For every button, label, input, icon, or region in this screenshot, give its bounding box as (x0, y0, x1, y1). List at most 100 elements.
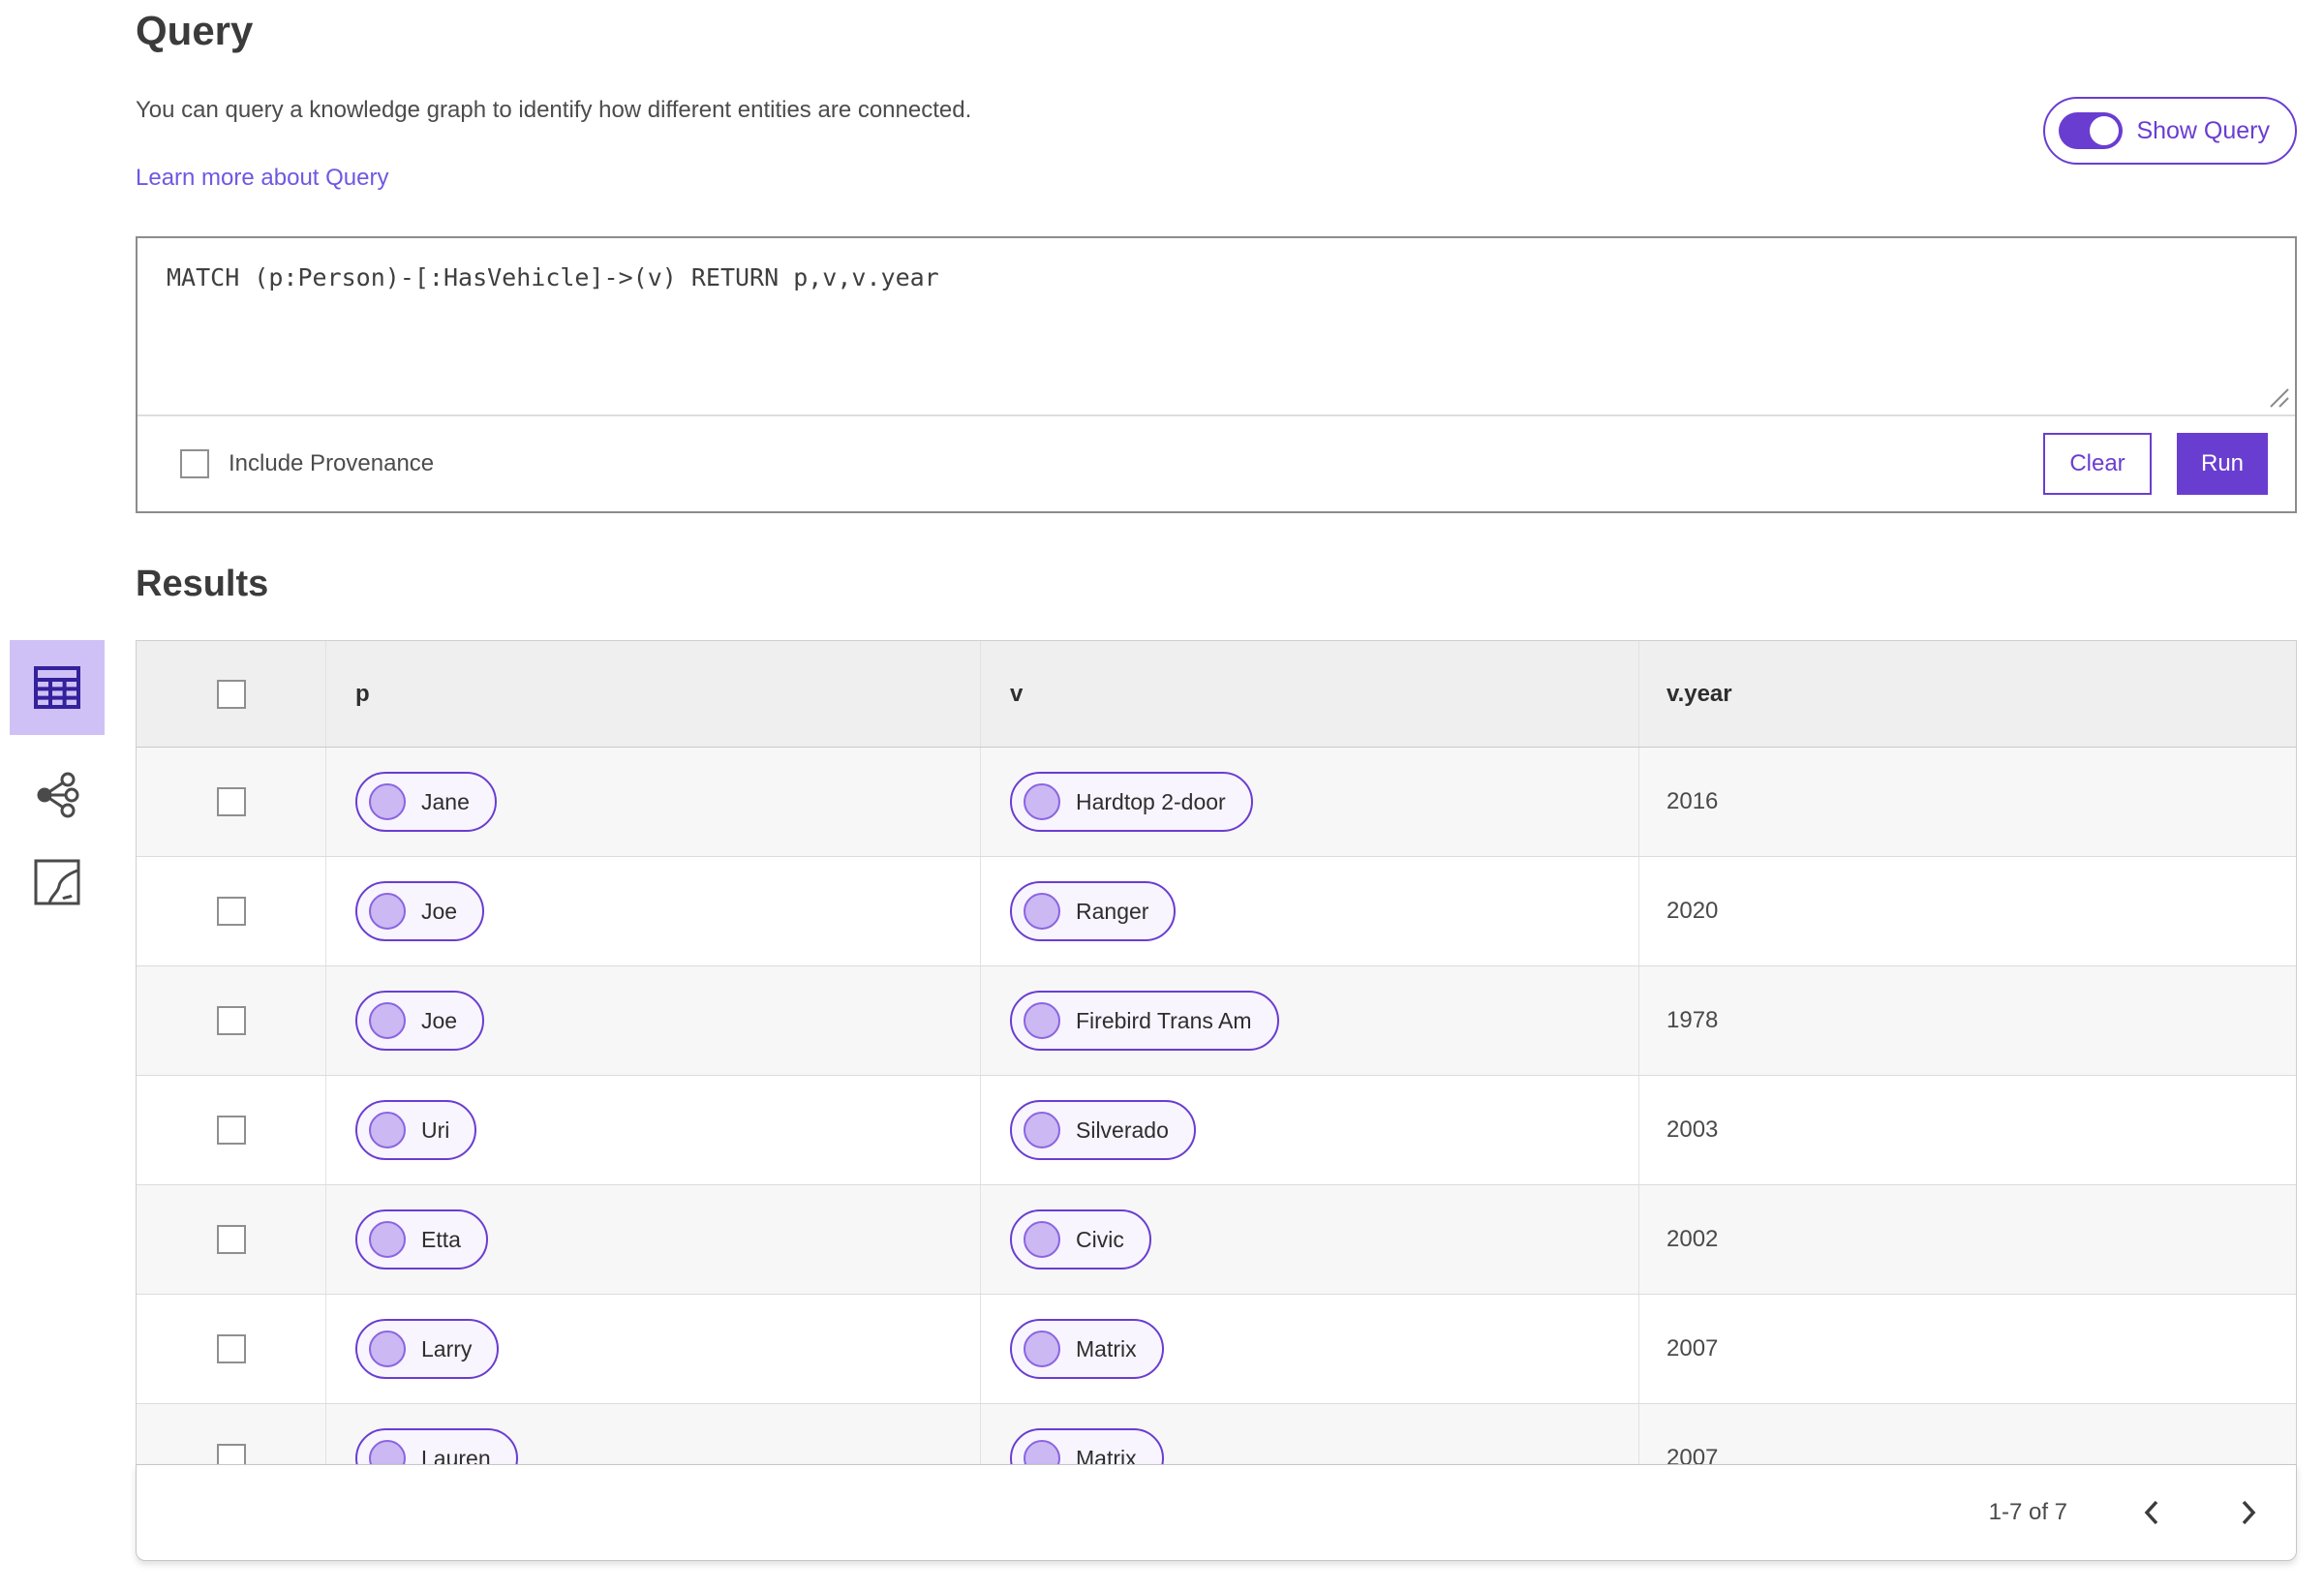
graph-view-button[interactable] (10, 768, 105, 822)
query-input[interactable]: MATCH (p:Person)-[:HasVehicle]->(v) RETU… (138, 238, 2295, 416)
entity-node-icon (369, 1221, 406, 1258)
run-button[interactable]: Run (2177, 433, 2268, 495)
network-graph-icon (37, 772, 79, 818)
chevron-left-icon (2144, 1500, 2158, 1525)
person-entity-pill[interactable]: Etta (355, 1209, 488, 1270)
vehicle-year: 2020 (1638, 857, 2296, 965)
person-name: Jane (421, 788, 470, 814)
person-entity-pill[interactable]: Uri (355, 1100, 477, 1160)
learn-more-link[interactable]: Learn more about Query (136, 165, 388, 192)
table-view-button[interactable] (10, 640, 105, 735)
entity-node-icon (1024, 1002, 1060, 1039)
vehicle-name: Matrix (1076, 1445, 1137, 1465)
include-provenance-checkbox[interactable] (180, 449, 209, 478)
vehicle-entity-pill[interactable]: Hardtop 2-door (1010, 772, 1253, 832)
show-query-label: Show Query (2136, 116, 2270, 144)
person-entity-pill[interactable]: Larry (355, 1319, 500, 1379)
person-entity-pill[interactable]: Joe (355, 991, 485, 1051)
person-name: Larry (421, 1335, 473, 1362)
row-checkbox[interactable] (216, 1116, 246, 1145)
table-row: Joe Ranger 2020 (137, 857, 2296, 966)
pagination-bar: 1-7 of 7 (136, 1464, 2297, 1561)
vehicle-entity-pill[interactable]: Matrix (1010, 1319, 1164, 1379)
column-header-v: v (980, 641, 1638, 747)
query-panel: MATCH (p:Person)-[:HasVehicle]->(v) RETU… (136, 236, 2297, 513)
entity-node-icon (1024, 1112, 1060, 1148)
entity-node-icon (369, 1002, 406, 1039)
toggle-switch-icon[interactable] (2059, 112, 2124, 149)
entity-node-icon (1024, 1331, 1060, 1367)
vehicle-year: 1978 (1638, 966, 2296, 1075)
person-entity-pill[interactable]: Lauren (355, 1428, 518, 1464)
vehicle-name: Ranger (1076, 898, 1149, 924)
results-title: Results (136, 564, 269, 604)
vehicle-entity-pill[interactable]: Ranger (1010, 881, 1177, 941)
table-header-row: p v v.year (137, 641, 2296, 748)
entity-node-icon (369, 1331, 406, 1367)
query-description: You can query a knowledge graph to ident… (136, 97, 972, 123)
person-entity-pill[interactable]: Joe (355, 881, 485, 941)
query-page: Query You can query a knowledge graph to… (0, 0, 2324, 1591)
row-checkbox[interactable] (216, 787, 246, 816)
row-checkbox[interactable] (216, 1225, 246, 1254)
table-row: Uri Silverado 2003 (137, 1076, 2296, 1185)
clear-button[interactable]: Clear (2043, 433, 2152, 495)
include-provenance-option[interactable]: Include Provenance (180, 449, 434, 478)
vehicle-year: 2007 (1638, 1295, 2296, 1403)
person-name: Joe (421, 898, 458, 924)
page-title: Query (136, 8, 254, 53)
vehicle-name: Firebird Trans Am (1076, 1007, 1252, 1033)
entity-node-icon (1024, 893, 1060, 930)
column-header-p: p (325, 641, 980, 747)
person-name: Lauren (421, 1445, 491, 1465)
vehicle-entity-pill[interactable]: Silverado (1010, 1100, 1196, 1160)
vehicle-entity-pill[interactable]: Matrix (1010, 1428, 1164, 1464)
table-row: Lauren Matrix 2007 (137, 1404, 2296, 1464)
row-checkbox[interactable] (216, 1006, 246, 1035)
row-checkbox[interactable] (216, 897, 246, 926)
vehicle-year: 2002 (1638, 1185, 2296, 1294)
person-entity-pill[interactable]: Jane (355, 772, 497, 832)
table-row: Jane Hardtop 2-door 2016 (137, 748, 2296, 857)
table-row: Etta Civic 2002 (137, 1185, 2296, 1295)
show-query-toggle[interactable]: Show Query (2043, 97, 2297, 165)
vehicle-year: 2003 (1638, 1076, 2296, 1184)
results-table: p v v.year Jane Hardtop 2-door 2016 Joe … (136, 640, 2297, 1561)
entity-node-icon (369, 893, 406, 930)
row-checkbox[interactable] (216, 1334, 246, 1363)
table-body: Jane Hardtop 2-door 2016 Joe Ranger 2020… (137, 748, 2296, 1464)
chevron-right-icon (2242, 1500, 2256, 1525)
entity-node-icon (369, 1112, 406, 1148)
map-icon (34, 859, 80, 905)
entity-node-icon (369, 1440, 406, 1464)
toggle-knob (2090, 116, 2120, 145)
entity-node-icon (1024, 1440, 1060, 1464)
vehicle-year: 2016 (1638, 748, 2296, 856)
select-all-checkbox[interactable] (216, 679, 246, 709)
row-checkbox[interactable] (216, 1444, 246, 1464)
person-name: Joe (421, 1007, 458, 1033)
person-name: Etta (421, 1226, 461, 1252)
vehicle-entity-pill[interactable]: Firebird Trans Am (1010, 991, 1279, 1051)
entity-node-icon (1024, 1221, 1060, 1258)
vehicle-year: 2007 (1638, 1404, 2296, 1464)
vehicle-name: Matrix (1076, 1335, 1137, 1362)
pagination-range: 1-7 of 7 (1988, 1499, 2067, 1525)
next-page-button[interactable] (2234, 1498, 2263, 1527)
map-view-button[interactable] (10, 855, 105, 909)
vehicle-name: Silverado (1076, 1117, 1169, 1143)
vehicle-name: Civic (1076, 1226, 1124, 1252)
column-header-vyear: v.year (1638, 641, 2296, 747)
vehicle-entity-pill[interactable]: Civic (1010, 1209, 1151, 1270)
entity-node-icon (369, 783, 406, 820)
vehicle-name: Hardtop 2-door (1076, 788, 1226, 814)
resize-grip-icon[interactable] (2267, 385, 2290, 409)
table-icon (34, 666, 80, 709)
view-switcher (10, 640, 105, 909)
table-row: Larry Matrix 2007 (137, 1295, 2296, 1404)
include-provenance-label: Include Provenance (229, 450, 435, 476)
person-name: Uri (421, 1117, 450, 1143)
entity-node-icon (1024, 783, 1060, 820)
prev-page-button[interactable] (2137, 1498, 2166, 1527)
table-row: Joe Firebird Trans Am 1978 (137, 966, 2296, 1076)
